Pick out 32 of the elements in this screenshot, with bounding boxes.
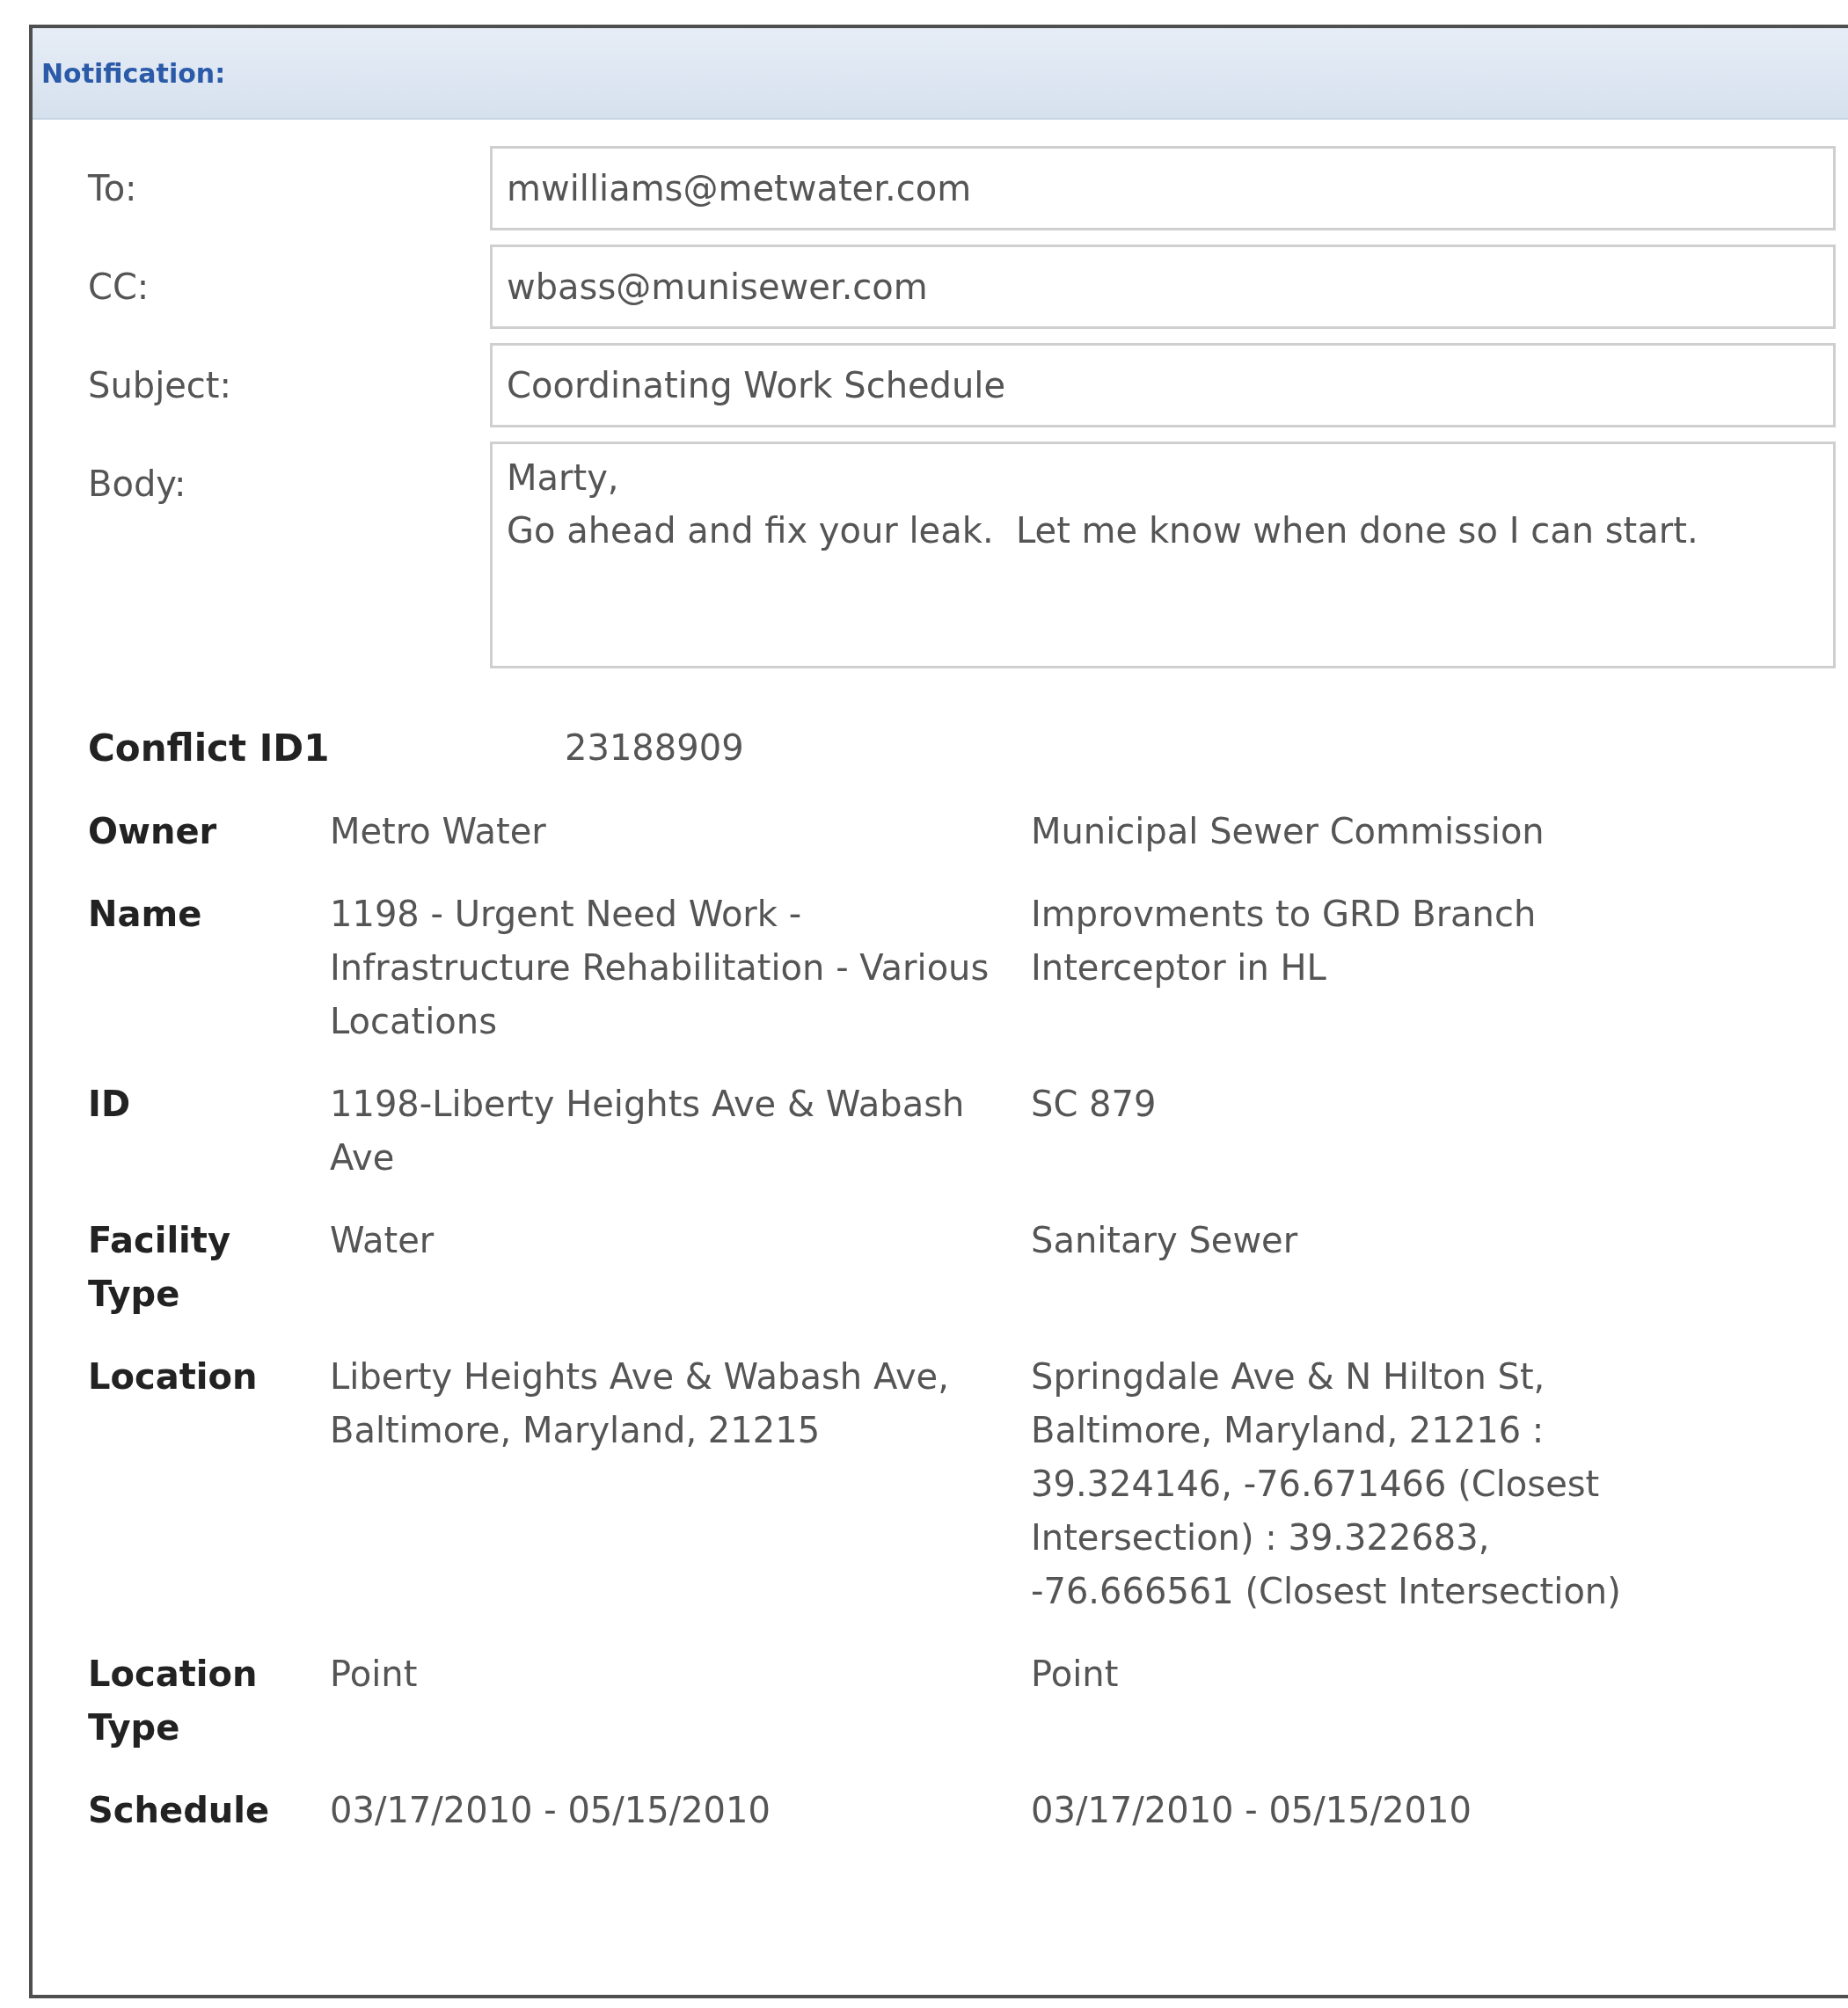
detail-value: Point [330, 1653, 419, 1696]
detail-value: Water [330, 1219, 435, 1262]
detail-value: Sanitary Sewer [1031, 1219, 1299, 1262]
text-field[interactable]: mwilliams@metwater.com [490, 146, 1836, 230]
field-label: CC: [88, 266, 150, 309]
field-label: Body: [88, 463, 187, 506]
detail-value: Metro Water [330, 810, 547, 853]
detail-label: Facility Type [88, 1219, 231, 1316]
detail-value: 03/17/2010 - 05/15/2010 [330, 1789, 771, 1832]
body-field[interactable]: Marty, Go ahead and fix your leak. Let me know when done so I can start. [490, 442, 1836, 668]
text-field[interactable]: wbass@munisewer.com [490, 245, 1836, 329]
detail-value: SC 879 [1031, 1083, 1158, 1126]
field-label: To: [88, 167, 138, 210]
detail-value: Springdale Ave & N Hilton St, Baltimore, Maryland, 21216 : 39.324146, -76.671466 (Closest Intersection) : 39.322683, -76.666561 (Closest Intersection) [1031, 1355, 1622, 1613]
text-field[interactable]: Coordinating Work Schedule [490, 343, 1836, 427]
detail-value: Point [1031, 1653, 1120, 1696]
field-label: Subject: [88, 364, 232, 407]
detail-label: Location [88, 1355, 259, 1398]
detail-label: Owner [88, 810, 218, 853]
detail-label: ID [88, 1083, 132, 1126]
detail-value: 03/17/2010 - 05/15/2010 [1031, 1789, 1472, 1832]
conflict-label: Conflict ID1 [88, 726, 331, 771]
detail-label: Location Type [88, 1653, 259, 1749]
detail-value: 1198 - Urgent Need Work - Infrastructure Rehabilitation - Various Locations [330, 893, 990, 1043]
panel-title: Notification: [41, 56, 226, 91]
detail-label: Name [88, 893, 203, 936]
detail-value: 1198-Liberty Heights Ave & Wabash Ave [330, 1083, 966, 1179]
detail-label: Schedule [88, 1789, 271, 1832]
conflict-id: 23188909 [565, 727, 744, 770]
detail-value: Improvments to GRD Branch Interceptor in HL [1031, 893, 1538, 989]
detail-value: Municipal Sewer Commission [1031, 810, 1545, 853]
detail-value: Liberty Heights Ave & Wabash Ave, Baltimore, Maryland, 21215 [330, 1355, 950, 1452]
